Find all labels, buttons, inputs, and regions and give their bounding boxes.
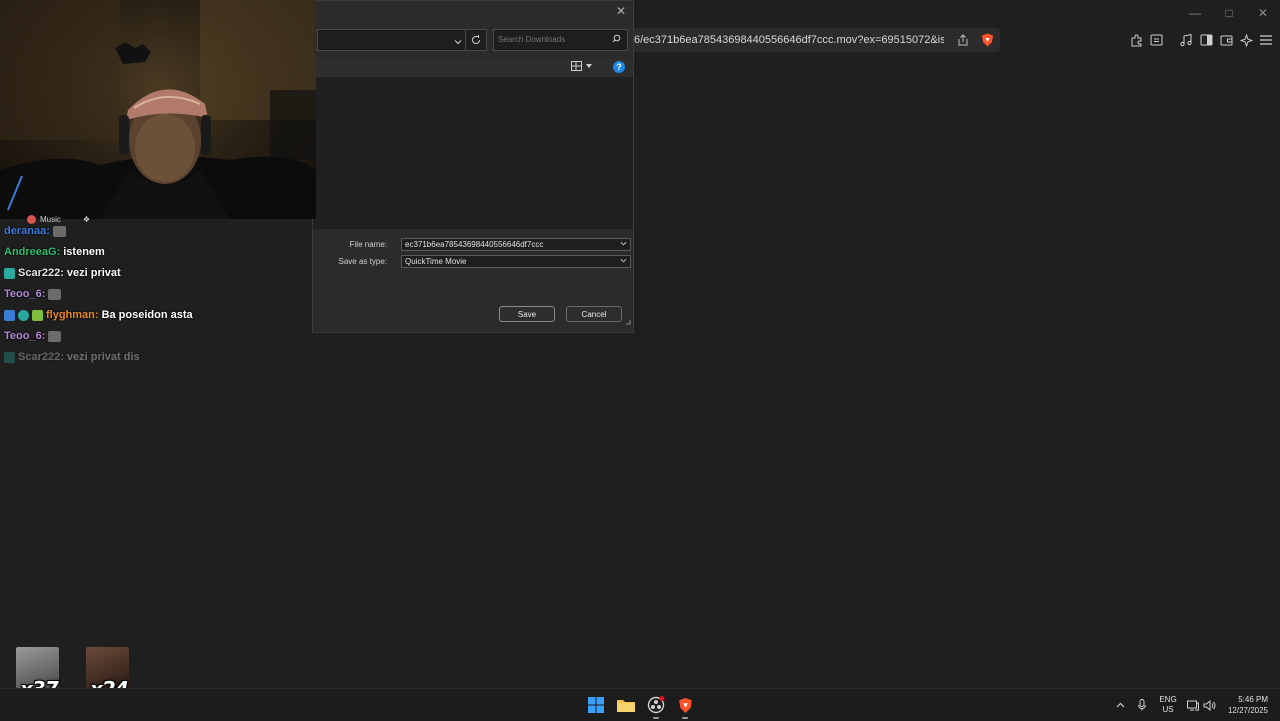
volume-icon[interactable] (1202, 695, 1216, 715)
chat-message: Scar222: vezi privat (4, 267, 121, 279)
dialog-close-icon[interactable]: ✕ (613, 4, 629, 18)
lang-secondary: US (1162, 705, 1174, 714)
gem-badge-icon (18, 309, 29, 321)
music-icon (27, 215, 36, 224)
network-icon[interactable] (1186, 695, 1200, 715)
close-icon[interactable]: ✕ (1246, 0, 1280, 26)
menu-icon[interactable] (1256, 32, 1276, 48)
url-text[interactable]: 6/ec371b6ea78543698440556646df7ccc.mov?e… (632, 34, 944, 46)
gift-badge-icon (32, 309, 43, 321)
refresh-icon (472, 35, 480, 44)
brave-shields-icon[interactable] (978, 31, 996, 49)
chevron-down-icon[interactable] (620, 240, 627, 249)
path-bar[interactable] (317, 29, 467, 51)
leo-icon[interactable] (1236, 32, 1256, 48)
chat-text: Ba poseidon asta (101, 309, 193, 321)
chat-message: flyghman: Ba poseidon asta (4, 309, 193, 321)
address-bar[interactable]: 6/ec371b6ea78543698440556646df7ccc.mov?e… (632, 28, 1000, 52)
window-controls: — □ ✕ (1178, 0, 1280, 26)
chat-username: AndreeaG: (4, 246, 61, 258)
save-type-value: QuickTime Movie (405, 257, 467, 266)
save-as-dialog: ✕ ? File name: ec371b6ea7854369844055664… (312, 0, 634, 333)
save-button[interactable]: Save (499, 306, 555, 322)
view-options-button[interactable] (571, 61, 592, 71)
chevron-up-icon[interactable] (1112, 695, 1128, 715)
taskbar: ENG US 5:46 PM 12/27/2025 (0, 688, 1280, 721)
chat-username: flyghman: (46, 309, 99, 321)
chat-username: Teoo_6: (4, 330, 46, 342)
share-icon[interactable] (954, 31, 972, 49)
toolbar-separator (1166, 32, 1176, 48)
chat-message: Teoo_6: (4, 288, 62, 300)
lang-primary: ENG (1159, 695, 1177, 704)
chat-username: Scar222: (18, 351, 64, 363)
chevron-down-icon (586, 64, 592, 68)
emote-counter: x24 (86, 647, 129, 701)
file-explorer-icon[interactable] (616, 695, 636, 715)
chat-text: vezi privat (66, 267, 121, 279)
view-icon (571, 61, 582, 71)
sword-badge-icon (4, 309, 15, 321)
brave-icon[interactable] (675, 695, 695, 719)
restore-icon[interactable]: □ (1212, 0, 1246, 26)
chat-text: vezi privat dis (66, 351, 140, 363)
clock-time: 5:46 PM (1238, 695, 1268, 704)
subscriber-badge-icon (4, 267, 15, 279)
file-name-label: File name: (349, 240, 387, 249)
minimize-icon[interactable]: — (1178, 0, 1212, 26)
chat-username: Teoo_6: (4, 288, 46, 300)
file-list-area[interactable] (313, 77, 633, 229)
system-clock[interactable]: 5:46 PM 12/27/2025 (1224, 694, 1268, 716)
emote-icon (52, 225, 66, 237)
webcam-overlay (0, 0, 316, 219)
chat-text: istenem (63, 246, 105, 258)
chat-username: Scar222: (18, 267, 64, 279)
wallet-icon[interactable] (1216, 32, 1236, 48)
subscriber-badge-icon (4, 351, 15, 363)
clock-date: 12/27/2025 (1227, 706, 1268, 715)
running-indicator (653, 717, 659, 719)
extensions-icon[interactable] (1126, 32, 1146, 48)
windows-start-icon[interactable] (586, 695, 606, 715)
chat-message: Scar222: vezi privat dis (4, 351, 140, 363)
language-indicator[interactable]: ENG US (1156, 695, 1180, 715)
file-name-field[interactable]: ec371b6ea78543698440556646df7ccc (401, 238, 631, 251)
emote-icon (48, 288, 62, 300)
microphone-icon[interactable] (1134, 695, 1150, 715)
chevron-down-icon (620, 257, 627, 266)
pinned-music-tab: Music ❖ (27, 215, 90, 224)
chat-username: deranaa: (4, 225, 50, 237)
search-input[interactable] (494, 30, 612, 49)
cancel-button[interactable]: Cancel (566, 306, 622, 322)
emote-icon (48, 330, 62, 342)
dialog-command-bar: ? (313, 59, 633, 77)
browser-toolbar (1126, 32, 1276, 48)
dialog-footer: File name: ec371b6ea78543698440556646df7… (313, 229, 633, 332)
chat-message: deranaa: (4, 225, 66, 237)
help-button[interactable]: ? (613, 61, 625, 73)
obs-icon[interactable] (646, 695, 666, 719)
refresh-button[interactable] (465, 29, 487, 51)
reader-icon[interactable] (1146, 32, 1166, 48)
webcam-feed (0, 0, 316, 219)
pinned-label: Music (40, 215, 61, 224)
file-name-value[interactable]: ec371b6ea78543698440556646df7ccc (405, 240, 543, 249)
running-indicator (682, 717, 688, 719)
emote-counter: x37 (16, 647, 59, 701)
chat-message: Teoo_6: (4, 330, 62, 342)
chevron-down-icon[interactable] (454, 33, 462, 51)
search-icon (612, 34, 621, 45)
pin-icon: ❖ (82, 215, 91, 224)
chat-message: AndreeaG: istenem (4, 246, 105, 258)
save-type-select[interactable]: QuickTime Movie (401, 255, 631, 268)
save-type-label: Save as type: (338, 257, 387, 266)
sidebar-icon[interactable] (1196, 32, 1216, 48)
resize-grip-icon[interactable] (625, 312, 631, 330)
search-box[interactable] (493, 29, 628, 51)
media-icon[interactable] (1176, 32, 1196, 48)
